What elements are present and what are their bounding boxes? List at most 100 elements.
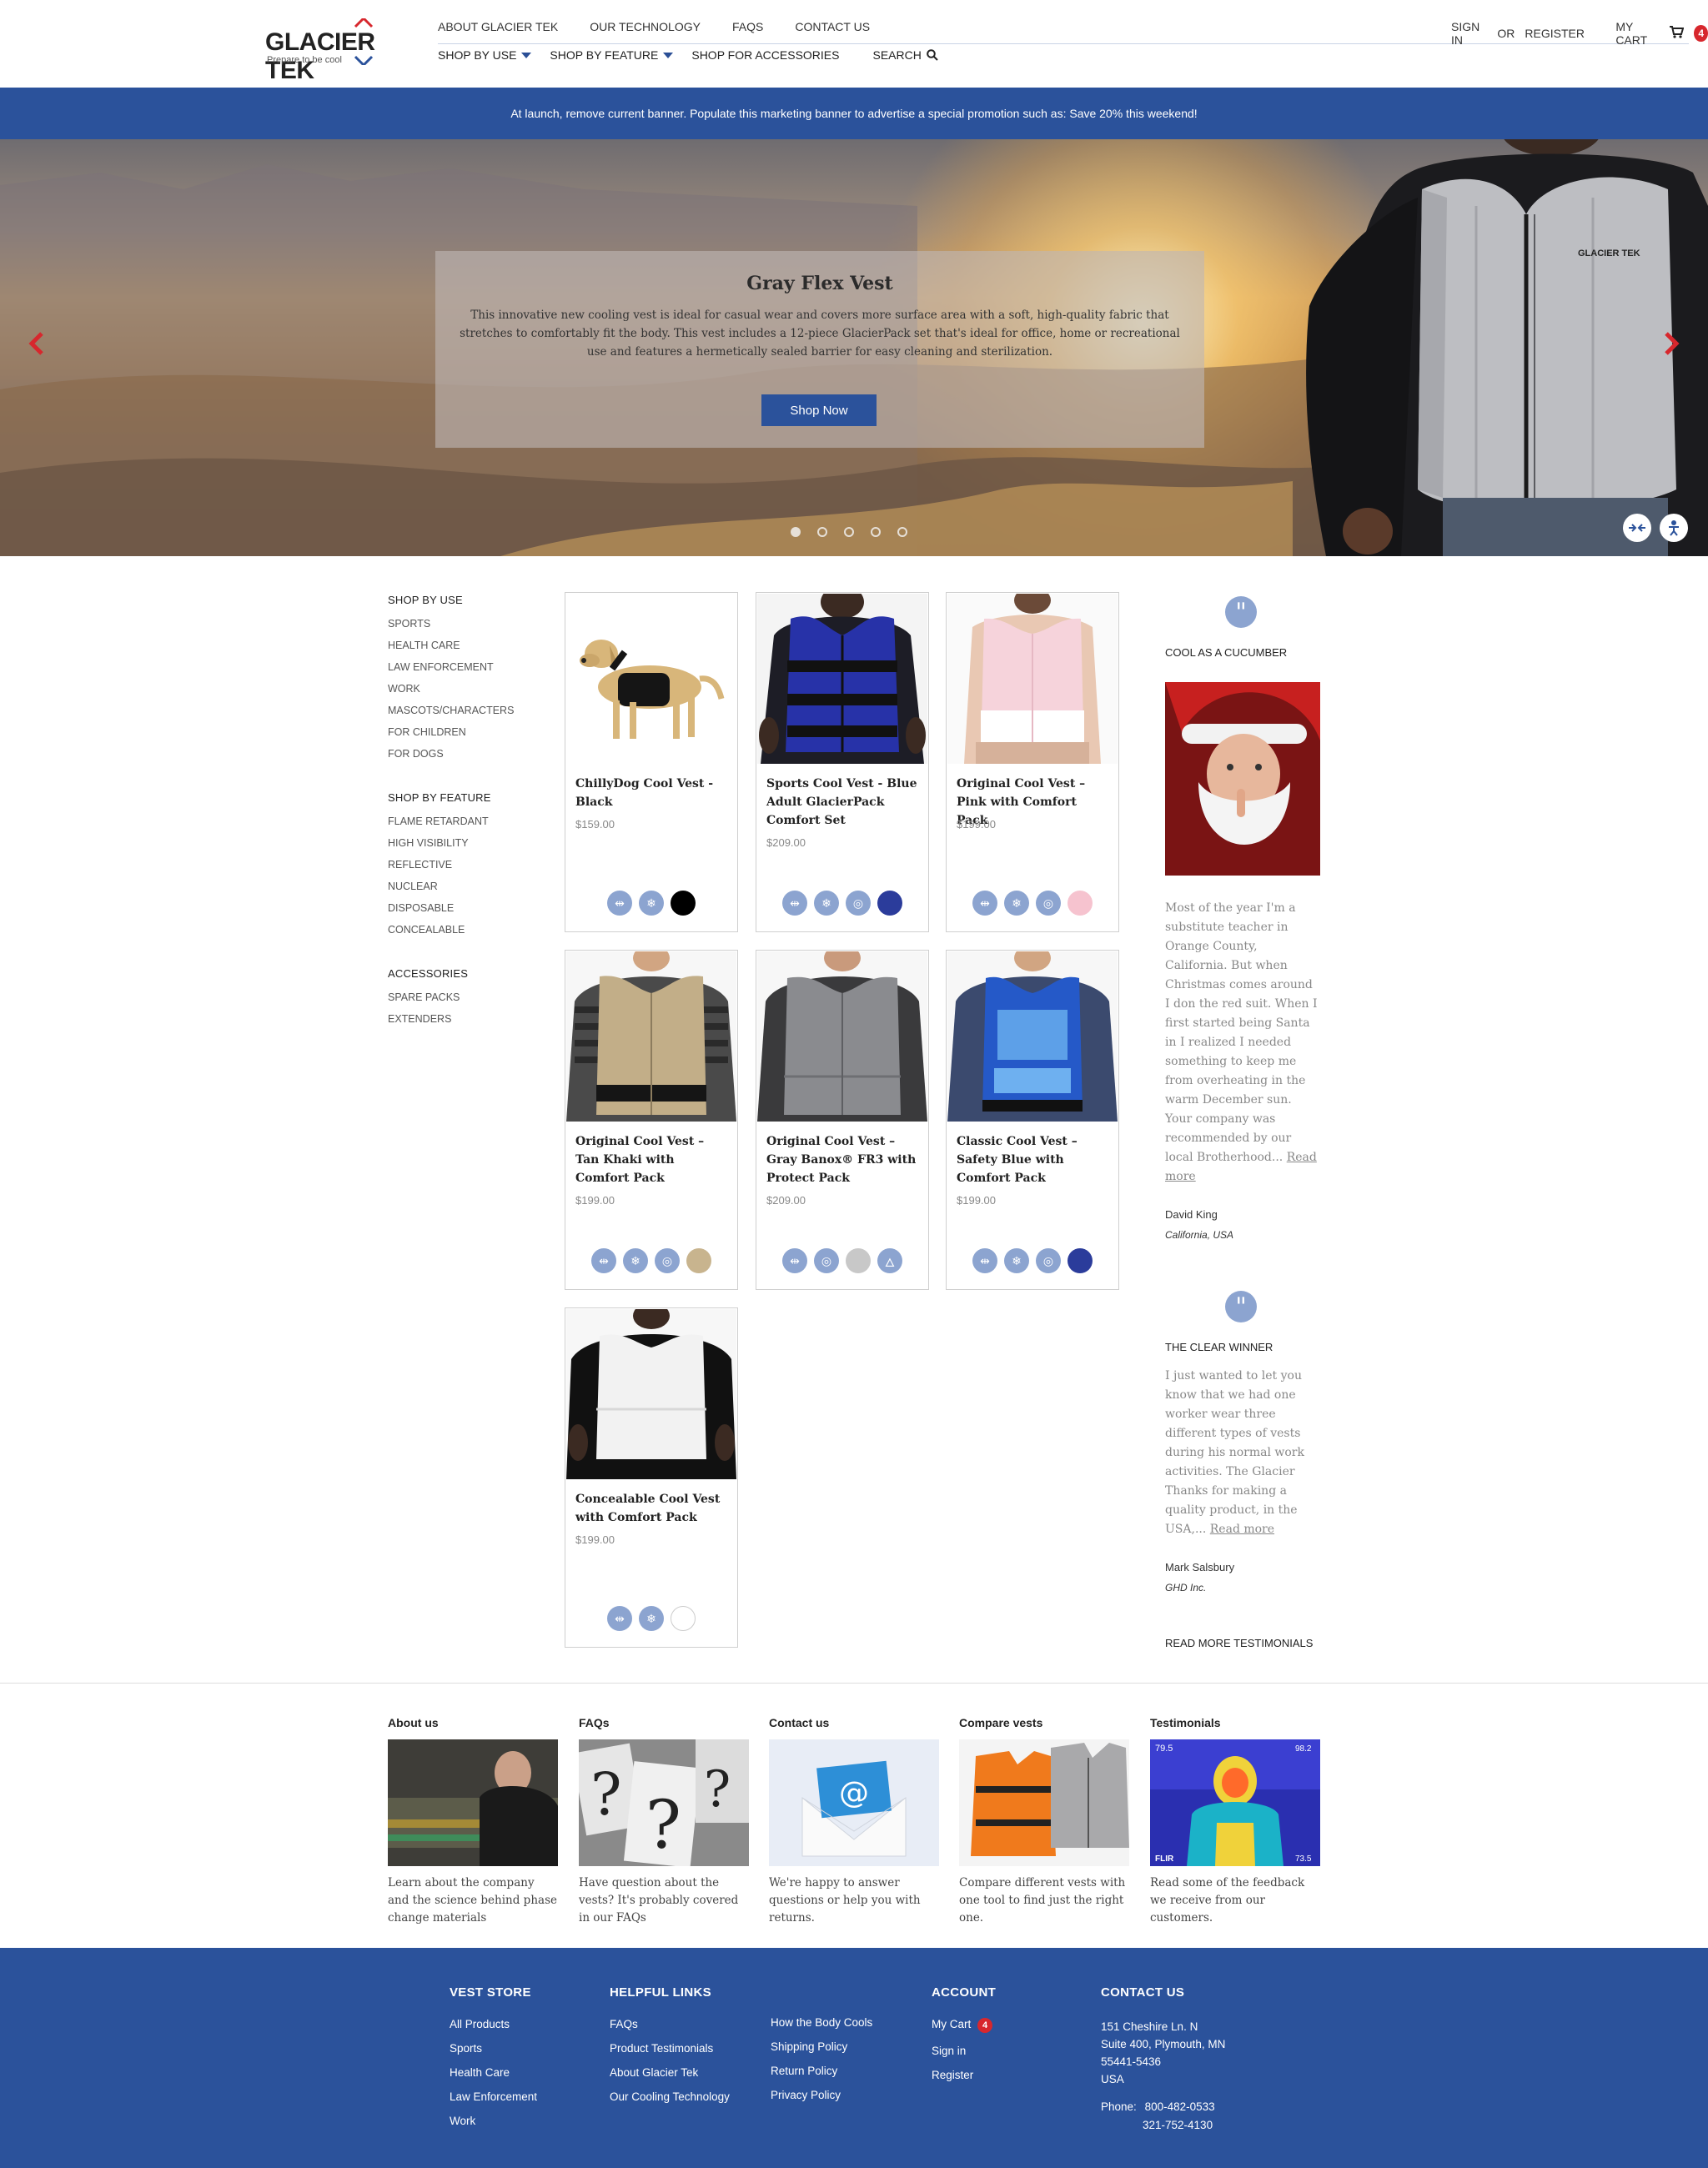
comfort-pack-icon[interactable]: ❄ [639, 891, 664, 916]
sidebar-item-law-enforcement[interactable]: LAW ENFORCEMENT [388, 661, 555, 673]
faqs-question-marks-image[interactable]: ? ? ? [579, 1739, 749, 1866]
reflective-icon[interactable]: ◎ [655, 1248, 680, 1273]
phone-number-1[interactable]: 800-482-0533 [1145, 2100, 1215, 2113]
footer-link-all-products[interactable]: All Products [450, 2018, 537, 2030]
product-card[interactable]: Concealable Cool Vest with Comfort Pack … [565, 1307, 738, 1648]
reflective-icon[interactable]: ◎ [846, 891, 871, 916]
product-name[interactable]: ChillyDog Cool Vest - Black [575, 775, 727, 811]
product-image-blue-sports-vest[interactable] [757, 594, 927, 764]
sidebar-item-extenders[interactable]: EXTENDERS [388, 1013, 555, 1025]
footer-card-about[interactable]: About us Learn about the company and the… [388, 1716, 558, 1927]
product-name[interactable]: Original Cool Vest – Tan Khaki with Comf… [575, 1132, 727, 1187]
color-swatch-gray[interactable] [846, 1248, 871, 1273]
shop-now-button[interactable]: Shop Now [761, 394, 877, 426]
footer-link-returns[interactable]: Return Policy [771, 2065, 872, 2077]
sidebar-item-nuclear[interactable]: NUCLEAR [388, 881, 555, 892]
adjustable-fit-icon[interactable]: ⇹ [782, 891, 807, 916]
sidebar-item-spare-packs[interactable]: SPARE PACKS [388, 991, 555, 1003]
product-image-dog-vest[interactable] [566, 594, 736, 764]
footer-link-law-enforcement[interactable]: Law Enforcement [450, 2090, 537, 2103]
color-swatch-safety-blue[interactable] [1068, 1248, 1093, 1273]
carousel-next-arrow-icon[interactable] [1663, 327, 1680, 364]
footer-link-body-cools[interactable]: How the Body Cools [771, 2016, 872, 2029]
footer-card-title[interactable]: Testimonials [1150, 1716, 1320, 1729]
color-swatch-blue[interactable] [877, 891, 902, 916]
product-image-concealable-vest[interactable] [566, 1309, 736, 1479]
sidebar-item-high-visibility[interactable]: HIGH VISIBILITY [388, 837, 555, 849]
carousel-dot[interactable] [871, 527, 881, 537]
footer-card-title[interactable]: FAQs [579, 1716, 749, 1729]
footer-link-cooling-tech[interactable]: Our Cooling Technology [610, 2090, 730, 2103]
carousel-dot[interactable] [897, 527, 907, 537]
footer-link-faqs[interactable]: FAQs [610, 2018, 730, 2030]
sidebar-item-concealable[interactable]: CONCEALABLE [388, 924, 555, 936]
adjustable-fit-icon[interactable]: ⇹ [972, 891, 997, 916]
cart-icon[interactable] [1669, 25, 1685, 43]
adjustable-fit-icon[interactable]: ⇹ [972, 1248, 997, 1273]
footer-card-title[interactable]: Contact us [769, 1716, 939, 1729]
cart-link[interactable]: MY CART [1615, 20, 1659, 47]
footer-link-sign-in[interactable]: Sign in [932, 2045, 996, 2057]
product-card[interactable]: Original Cool Vest – Gray Banox® FR3 wit… [756, 950, 929, 1290]
product-image-gray-fr3-vest[interactable] [757, 951, 927, 1122]
shop-by-use-menu[interactable]: SHOP BY USE [438, 48, 532, 62]
reflective-icon[interactable]: ◎ [1036, 891, 1061, 916]
shop-accessories-link[interactable]: SHOP FOR ACCESSORIES [691, 48, 839, 62]
sidebar-item-work[interactable]: WORK [388, 683, 555, 695]
compare-vests-image[interactable] [959, 1739, 1129, 1866]
product-name[interactable]: Sports Cool Vest - Blue Adult GlacierPac… [766, 775, 918, 830]
nav-about[interactable]: ABOUT GLACIER TEK [438, 20, 558, 33]
sidebar-item-children[interactable]: FOR CHILDREN [388, 726, 555, 738]
footer-card-contact[interactable]: Contact us @ We're happy to answer quest… [769, 1716, 939, 1927]
product-name[interactable]: Classic Cool Vest – Safety Blue with Com… [957, 1132, 1108, 1187]
carousel-dot[interactable] [791, 527, 801, 537]
read-more-link[interactable]: Read more [1210, 1523, 1274, 1536]
footer-link-register[interactable]: Register [932, 2069, 996, 2081]
footer-link-privacy[interactable]: Privacy Policy [771, 2089, 872, 2101]
sidebar-item-reflective[interactable]: REFLECTIVE [388, 859, 555, 871]
product-name[interactable]: Original Cool Vest – Gray Banox® FR3 wit… [766, 1132, 918, 1187]
adjustable-fit-icon[interactable]: ⇹ [591, 1248, 616, 1273]
footer-card-faqs[interactable]: FAQs ? ? ? Have question about the vests… [579, 1716, 749, 1927]
color-swatch-black[interactable] [671, 891, 696, 916]
footer-card-title[interactable]: Compare vests [959, 1716, 1129, 1729]
nav-faqs[interactable]: FAQS [732, 20, 763, 33]
product-name[interactable]: Concealable Cool Vest with Comfort Pack [575, 1490, 727, 1527]
product-image-safety-blue-vest[interactable] [947, 951, 1118, 1122]
search-button[interactable]: SEARCH [872, 48, 938, 62]
reflective-icon[interactable]: ◎ [814, 1248, 839, 1273]
footer-link-testimonials[interactable]: Product Testimonials [610, 2042, 730, 2055]
phone-number-2[interactable]: 321-752-4130 [1143, 2116, 1225, 2135]
brand-logo[interactable]: GLACIER TEK Prepare to be cool [265, 18, 415, 84]
read-more-testimonials-link[interactable]: READ MORE TESTIMONIALS [1165, 1637, 1313, 1649]
footer-link-about[interactable]: About Glacier Tek [610, 2066, 730, 2079]
color-swatch-pink[interactable] [1068, 891, 1093, 916]
product-card[interactable]: Sports Cool Vest - Blue Adult GlacierPac… [756, 592, 929, 932]
product-image-tan-vest[interactable] [566, 951, 736, 1122]
reflective-icon[interactable]: ◎ [1036, 1248, 1061, 1273]
carousel-prev-arrow-icon[interactable] [28, 327, 45, 364]
comfort-pack-icon[interactable]: ❄ [814, 891, 839, 916]
footer-card-testimonials[interactable]: Testimonials 79.5 98.2 73.5 FLIR Read so… [1150, 1716, 1320, 1927]
comfort-pack-icon[interactable]: ❄ [623, 1248, 648, 1273]
nav-contact[interactable]: CONTACT US [795, 20, 870, 33]
nav-technology[interactable]: OUR TECHNOLOGY [590, 20, 701, 33]
sign-in-link[interactable]: SIGN IN [1451, 20, 1487, 47]
comfort-pack-icon[interactable]: ❄ [1004, 1248, 1029, 1273]
adjustable-fit-icon[interactable]: ⇹ [782, 1248, 807, 1273]
comfort-pack-icon[interactable]: ❄ [1004, 891, 1029, 916]
footer-card-title[interactable]: About us [388, 1716, 558, 1729]
body-fit-feature-icon[interactable] [1660, 514, 1688, 542]
flame-retardant-icon[interactable]: 🜂 [877, 1248, 902, 1273]
sidebar-item-mascots[interactable]: MASCOTS/CHARACTERS [388, 705, 555, 716]
adjustable-fit-icon[interactable]: ⇹ [607, 891, 632, 916]
footer-link-work[interactable]: Work [450, 2115, 537, 2127]
about-us-image[interactable] [388, 1739, 558, 1866]
sidebar-item-dogs[interactable]: FOR DOGS [388, 748, 555, 760]
footer-link-shipping[interactable]: Shipping Policy [771, 2040, 872, 2053]
product-card[interactable]: Original Cool Vest – Pink with Comfort P… [946, 592, 1119, 932]
sidebar-item-health-care[interactable]: HEALTH CARE [388, 640, 555, 651]
thermal-image[interactable]: 79.5 98.2 73.5 FLIR [1150, 1739, 1320, 1866]
product-card[interactable]: Classic Cool Vest – Safety Blue with Com… [946, 950, 1119, 1290]
adjustable-fit-icon[interactable]: ⇹ [607, 1606, 632, 1631]
